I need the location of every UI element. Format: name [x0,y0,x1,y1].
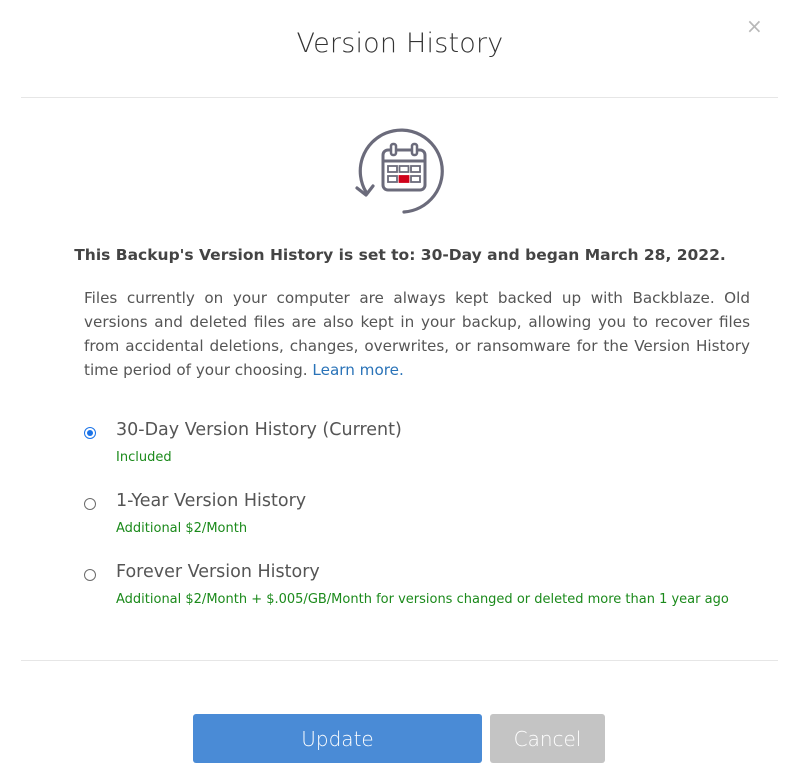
option-label[interactable]: 1-Year Version History [116,491,306,511]
radio-1-year[interactable] [84,498,96,510]
dialog-title: Version History [296,28,504,59]
option-label[interactable]: Forever Version History [116,562,320,582]
update-button[interactable]: Update [193,714,482,763]
learn-more-link[interactable]: Learn more. [312,361,403,379]
description-body: Files currently on your computer are alw… [84,289,750,379]
option-price: Additional $2/Month + $.005/GB/Month for… [116,592,729,607]
option-price: Additional $2/Month [116,521,248,536]
option-label[interactable]: 30-Day Version History (Current) [116,420,402,440]
version-history-summary: This Backup's Version History is set to:… [74,246,726,264]
radio-forever[interactable] [84,569,96,581]
option-price: Included [116,450,172,465]
header-divider [21,97,778,98]
description-text: Files currently on your computer are alw… [84,286,750,382]
calendar-history-icon [355,128,444,214]
footer-divider [21,660,778,661]
radio-30-day[interactable] [84,427,96,439]
cancel-button[interactable]: Cancel [490,714,605,763]
version-history-dialog: × Version History This Backup's Version … [0,0,800,781]
